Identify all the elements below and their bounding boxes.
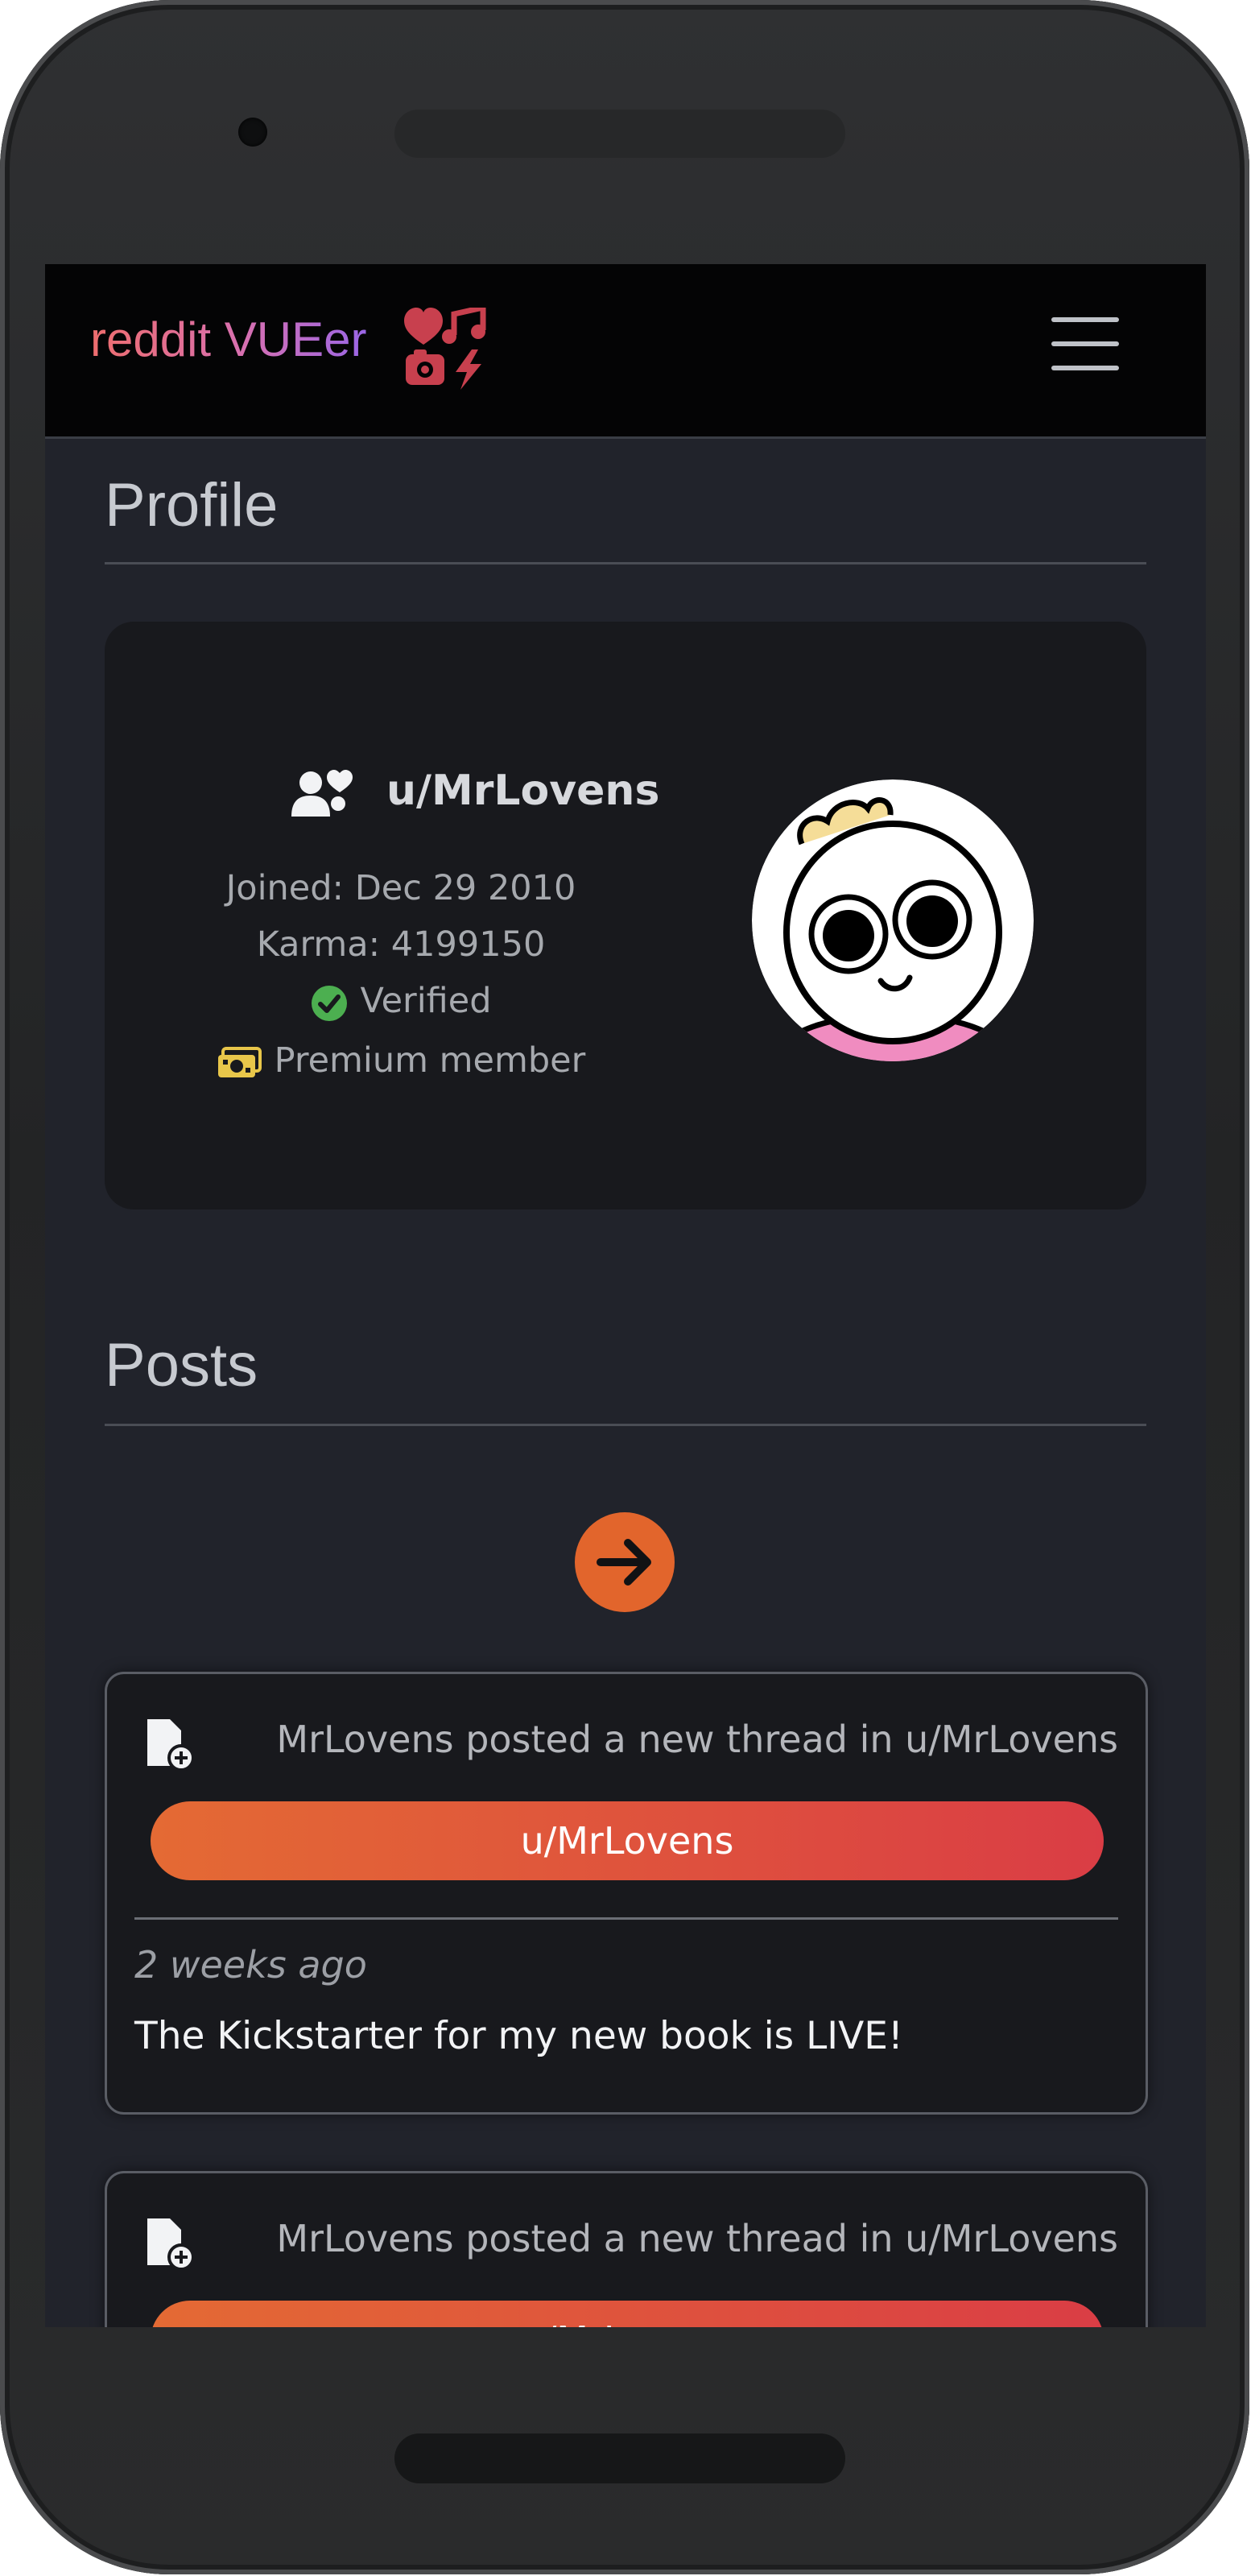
- user-heart-icon: [291, 770, 353, 817]
- post-time: 2 weeks ago: [134, 1943, 367, 1987]
- profile-username[interactable]: u/MrLovens: [386, 767, 659, 815]
- bottom-speaker: [394, 2433, 845, 2483]
- hamburger-icon[interactable]: [1051, 316, 1122, 374]
- profile-karma: Karma: 4199150: [256, 924, 546, 965]
- profile-verified: Verified: [151, 981, 650, 1022]
- post-title[interactable]: The Kickstarter for my new book is LIVE!: [134, 2014, 903, 2058]
- top-speaker: [394, 110, 845, 158]
- avatar[interactable]: [752, 779, 1034, 1061]
- front-camera: [238, 118, 267, 147]
- heart-music-camera-bolt-icon[interactable]: [404, 308, 488, 390]
- file-plus-icon: [147, 1719, 194, 1771]
- profile-card: u/MrLovens Joined: Dec 29 2010 Karma: 41…: [105, 622, 1146, 1209]
- money-bill-icon: [217, 1046, 262, 1077]
- post-card[interactable]: MrLovens posted a new thread in u/MrLove…: [105, 2171, 1148, 2327]
- profile-section-title: Profile: [105, 471, 279, 540]
- next-page-button[interactable]: [575, 1512, 675, 1612]
- posts-section-title: Posts: [105, 1331, 258, 1400]
- profile-premium: Premium member: [151, 1040, 650, 1081]
- verified-label: Verified: [360, 981, 492, 1021]
- navbar: reddit VUEer: [45, 264, 1206, 439]
- file-plus-icon: [147, 2218, 194, 2270]
- profile-divider: [105, 562, 1146, 564]
- phone-frame: reddit VUEer Profile u/MrLovens Joined: …: [0, 0, 1249, 2574]
- brand-name[interactable]: reddit VUEer: [90, 316, 366, 364]
- profile-joined: Joined: Dec 29 2010: [225, 868, 576, 908]
- app-screen: reddit VUEer Profile u/MrLovens Joined: …: [45, 264, 1206, 2327]
- check-circle-icon: [311, 985, 347, 1021]
- subreddit-pill[interactable]: u/MrLovens: [151, 1801, 1104, 1880]
- posts-divider: [105, 1424, 1146, 1426]
- arrow-right-icon: [597, 1539, 651, 1586]
- post-header: MrLovens posted a new thread in u/MrLove…: [276, 1718, 1118, 1761]
- premium-label: Premium member: [274, 1040, 586, 1081]
- post-card[interactable]: MrLovens posted a new thread in u/MrLove…: [105, 1672, 1148, 2115]
- post-header: MrLovens posted a new thread in u/MrLove…: [276, 2217, 1118, 2260]
- post-divider: [134, 1917, 1118, 1920]
- subreddit-pill[interactable]: u/MrLovens: [151, 2301, 1104, 2327]
